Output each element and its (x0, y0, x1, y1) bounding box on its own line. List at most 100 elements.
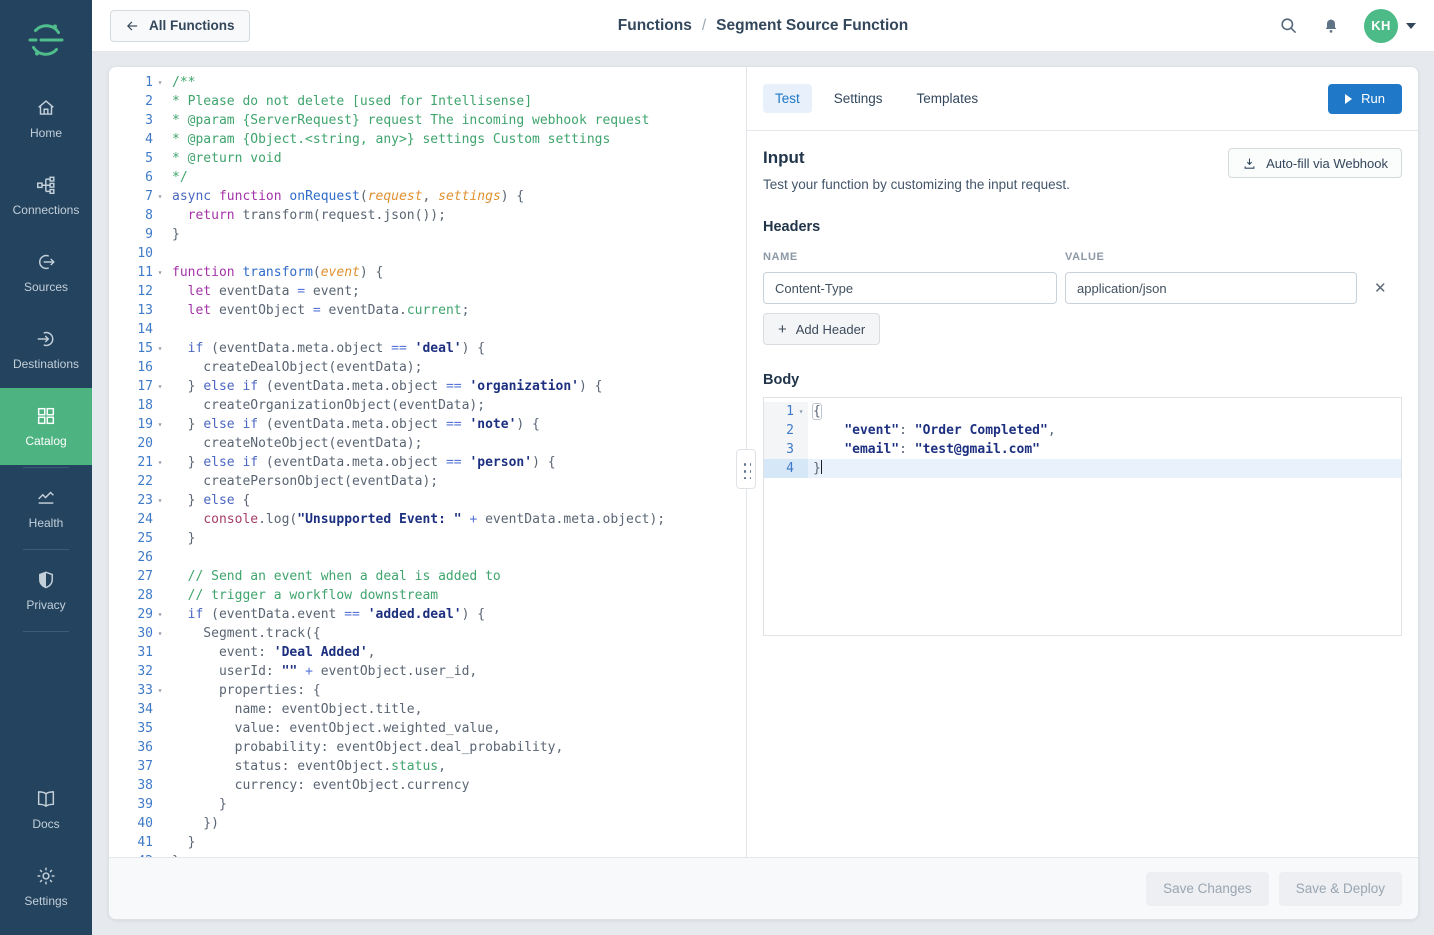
code-line[interactable]: 9} (109, 225, 746, 244)
sidebar-item-privacy[interactable]: Privacy (0, 552, 92, 629)
sidebar-item-settings[interactable]: Settings (0, 848, 92, 925)
avatar[interactable]: KH (1364, 9, 1398, 43)
line-gutter: 1▾ (764, 402, 808, 421)
code-token: : (899, 442, 915, 457)
code-line[interactable]: 2 "event": "Order Completed", (764, 421, 1401, 440)
code-line[interactable]: 7▾async function onRequest(request, sett… (109, 187, 746, 206)
code-line[interactable]: 40 }) (109, 814, 746, 833)
code-line[interactable]: 30▾ Segment.track({ (109, 624, 746, 643)
code-line[interactable]: 32 userId: "" + eventObject.user_id, (109, 662, 746, 681)
body-json-editor[interactable]: 1▾{2 "event": "Order Completed",3 "email… (763, 397, 1402, 636)
code-line[interactable]: 1▾/** (109, 73, 746, 92)
code-token: + (305, 664, 313, 679)
remove-header-button[interactable]: ✕ (1374, 281, 1387, 296)
tab-settings[interactable]: Settings (822, 84, 895, 113)
sidebar-item-health[interactable]: Health (0, 470, 92, 547)
code-line[interactable]: 6*/ (109, 168, 746, 187)
save-deploy-button[interactable]: Save & Deploy (1279, 872, 1402, 906)
code-line[interactable]: 39 } (109, 795, 746, 814)
code-line[interactable]: 10 (109, 244, 746, 263)
code-line[interactable]: 18 createOrganizationObject(eventData); (109, 396, 746, 415)
code-line[interactable]: 24 console.log("Unsupported Event: " + e… (109, 510, 746, 529)
fold-toggle-icon[interactable]: ▾ (153, 681, 167, 700)
code-line[interactable]: 36 probability: eventObject.deal_probabi… (109, 738, 746, 757)
tab-templates[interactable]: Templates (905, 84, 991, 113)
code-line-text: let eventObject = eventData.current; (167, 301, 469, 320)
code-line[interactable]: 3* @param {ServerRequest} request The in… (109, 111, 746, 130)
code-token: } (172, 227, 180, 242)
pane-resize-handle[interactable] (736, 449, 756, 489)
add-header-button[interactable]: + Add Header (763, 313, 880, 345)
save-changes-button[interactable]: Save Changes (1146, 872, 1269, 906)
code-line[interactable]: 20 createNoteObject(eventData); (109, 434, 746, 453)
code-line[interactable]: 31 event: 'Deal Added', (109, 643, 746, 662)
code-line[interactable]: 37 status: eventObject.status, (109, 757, 746, 776)
code-line[interactable]: 38 currency: eventObject.currency (109, 776, 746, 795)
sidebar: Home Connections Sources Destinations (0, 0, 92, 935)
code-line[interactable]: 29▾ if (eventData.event == 'added.deal')… (109, 605, 746, 624)
code-line[interactable]: 1▾{ (764, 402, 1401, 421)
fold-toggle-icon[interactable]: ▾ (153, 73, 167, 92)
segment-logo[interactable] (0, 0, 92, 80)
code-line[interactable]: 4} (764, 459, 1401, 478)
fold-toggle-icon[interactable]: ▾ (794, 402, 808, 421)
code-line[interactable]: 16 createDealObject(eventData); (109, 358, 746, 377)
code-line[interactable]: 3 "email": "test@gmail.com" (764, 440, 1401, 459)
account-menu[interactable]: KH (1364, 9, 1416, 43)
header-value-input[interactable] (1065, 272, 1357, 304)
code-line[interactable]: 12 let eventData = event; (109, 282, 746, 301)
breadcrumb-parent[interactable]: Functions (618, 17, 692, 35)
search-button[interactable] (1279, 16, 1298, 35)
sidebar-item-home[interactable]: Home (0, 80, 92, 157)
code-line[interactable]: 8 return transform(request.json()); (109, 206, 746, 225)
code-line[interactable]: 27 // Send an event when a deal is added… (109, 567, 746, 586)
code-line[interactable]: 41 } (109, 833, 746, 852)
fold-toggle-icon[interactable]: ▾ (153, 453, 167, 472)
code-line[interactable]: 26 (109, 548, 746, 567)
code-line[interactable]: 5* @return void (109, 149, 746, 168)
code-line[interactable]: 22 createPersonObject(eventData); (109, 472, 746, 491)
code-line[interactable]: 11▾function transform(event) { (109, 263, 746, 282)
code-line[interactable]: 23▾ } else { (109, 491, 746, 510)
fold-toggle-icon[interactable]: ▾ (153, 415, 167, 434)
code-line[interactable]: 28 // trigger a workflow downstream (109, 586, 746, 605)
code-line[interactable]: 14 (109, 320, 746, 339)
code-editor[interactable]: 1▾/**2* Please do not delete [used for I… (109, 67, 746, 857)
code-line[interactable]: 15▾ if (eventData.meta.object == 'deal')… (109, 339, 746, 358)
run-button[interactable]: Run (1328, 84, 1402, 114)
sidebar-item-destinations[interactable]: Destinations (0, 311, 92, 388)
fold-toggle-icon[interactable]: ▾ (153, 339, 167, 358)
sidebar-item-connections[interactable]: Connections (0, 157, 92, 234)
code-line[interactable]: 34 name: eventObject.title, (109, 700, 746, 719)
fold-toggle-icon[interactable]: ▾ (153, 605, 167, 624)
code-line[interactable]: 4* @param {Object.<string, any>} setting… (109, 130, 746, 149)
code-line[interactable]: 13 let eventObject = eventData.current; (109, 301, 746, 320)
code-line-text: name: eventObject.title, (167, 700, 422, 719)
line-number: 38 (137, 776, 153, 795)
sidebar-item-docs[interactable]: Docs (0, 771, 92, 848)
fold-toggle-icon[interactable]: ▾ (153, 491, 167, 510)
code-line[interactable]: 17▾ } else if (eventData.meta.object == … (109, 377, 746, 396)
tab-test[interactable]: Test (763, 84, 812, 113)
line-number: 3 (145, 111, 153, 130)
notifications-button[interactable] (1322, 16, 1340, 36)
function-editor-card: 1▾/**2* Please do not delete [used for I… (108, 66, 1419, 920)
autofill-webhook-button[interactable]: Auto-fill via Webhook (1228, 148, 1402, 178)
code-line[interactable]: 21▾ } else if (eventData.meta.object == … (109, 453, 746, 472)
line-gutter: 30▾ (109, 624, 167, 643)
code-line[interactable]: 35 value: eventObject.weighted_value, (109, 719, 746, 738)
code-line[interactable]: 33▾ properties: { (109, 681, 746, 700)
sidebar-item-sources[interactable]: Sources (0, 234, 92, 311)
header-name-input[interactable] (763, 272, 1057, 304)
code-token: createPersonObject(eventData); (172, 474, 438, 489)
code-line[interactable]: 2* Please do not delete [used for Intell… (109, 92, 746, 111)
code-line[interactable]: 19▾ } else if (eventData.meta.object == … (109, 415, 746, 434)
fold-toggle-icon[interactable]: ▾ (153, 263, 167, 282)
sidebar-item-catalog[interactable]: Catalog (0, 388, 92, 465)
fold-toggle-icon[interactable]: ▾ (153, 624, 167, 643)
code-token (172, 284, 188, 299)
fold-toggle-icon[interactable]: ▾ (153, 377, 167, 396)
all-functions-back-button[interactable]: All Functions (110, 10, 250, 42)
code-line[interactable]: 25 } (109, 529, 746, 548)
fold-toggle-icon[interactable]: ▾ (153, 187, 167, 206)
